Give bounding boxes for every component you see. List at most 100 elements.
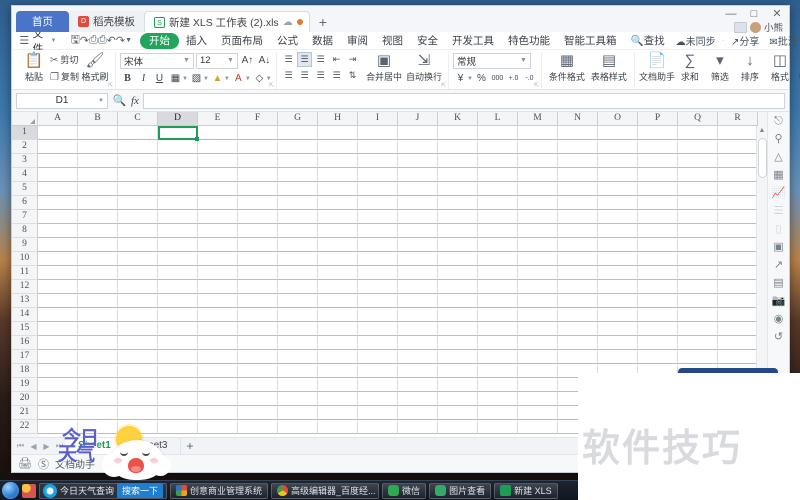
cell-F20[interactable]	[238, 392, 278, 406]
cell-F17[interactable]	[238, 350, 278, 364]
cell-H18[interactable]	[318, 364, 358, 378]
cell-N14[interactable]	[558, 308, 598, 322]
cell-K2[interactable]	[438, 140, 478, 154]
cell-Q15[interactable]	[678, 322, 718, 336]
cell-I18[interactable]	[358, 364, 398, 378]
cell-G12[interactable]	[278, 280, 318, 294]
scroll-up-icon[interactable]: ▲	[759, 126, 766, 136]
cell-F19[interactable]	[238, 378, 278, 392]
print-icon[interactable]: ⎙	[89, 34, 98, 47]
cell-B13[interactable]	[78, 294, 118, 308]
cell-J6[interactable]	[398, 196, 438, 210]
cell-D2[interactable]	[158, 140, 198, 154]
cell-E21[interactable]	[198, 406, 238, 420]
row-header-12[interactable]: 12	[12, 280, 38, 294]
cell-R10[interactable]	[718, 252, 756, 266]
align-center-button[interactable]: ☰	[297, 68, 312, 83]
cell-E7[interactable]	[198, 210, 238, 224]
cell-O6[interactable]	[598, 196, 638, 210]
cell-I19[interactable]	[358, 378, 398, 392]
cell-O1[interactable]	[598, 126, 638, 140]
cell-M7[interactable]	[518, 210, 558, 224]
cell-E22[interactable]	[198, 420, 238, 434]
cell-I21[interactable]	[358, 406, 398, 420]
cell-F18[interactable]	[238, 364, 278, 378]
cell-M2[interactable]	[518, 140, 558, 154]
cell-I22[interactable]	[358, 420, 398, 434]
align-left-button[interactable]: ☰	[281, 68, 296, 83]
cell-C3[interactable]	[118, 154, 158, 168]
cell-J10[interactable]	[398, 252, 438, 266]
cell-A9[interactable]	[38, 238, 78, 252]
currency-button[interactable]: ¥	[453, 71, 468, 86]
cell-G16[interactable]	[278, 336, 318, 350]
cell-J19[interactable]	[398, 378, 438, 392]
cell-M10[interactable]	[518, 252, 558, 266]
cell-J7[interactable]	[398, 210, 438, 224]
cell-I3[interactable]	[358, 154, 398, 168]
doc-assistant-button[interactable]: 📄 文档助手	[639, 52, 675, 83]
cell-K14[interactable]	[438, 308, 478, 322]
cell-D16[interactable]	[158, 336, 198, 350]
cell-Q11[interactable]	[678, 266, 718, 280]
cell-P17[interactable]	[638, 350, 678, 364]
cell-D21[interactable]	[158, 406, 198, 420]
cell-O11[interactable]	[598, 266, 638, 280]
cell-H17[interactable]	[318, 350, 358, 364]
font-family-select[interactable]: 宋体 ▼	[119, 52, 194, 69]
chevron-down-icon[interactable]: ▼	[98, 98, 104, 104]
align-middle-button[interactable]: ☰	[296, 52, 312, 67]
sort-button[interactable]: ↓ 排序	[735, 52, 765, 83]
cell-J2[interactable]	[398, 140, 438, 154]
cell-O17[interactable]	[598, 350, 638, 364]
cell-G21[interactable]	[278, 406, 318, 420]
cell-E9[interactable]	[198, 238, 238, 252]
cell-M1[interactable]	[518, 126, 558, 140]
menu-tab-view[interactable]: 视图	[375, 32, 410, 50]
format-painter-button[interactable]: 🖌 格式刷	[79, 52, 111, 83]
cell-M22[interactable]	[518, 420, 558, 434]
grid-apps-icon[interactable]: ▦	[773, 169, 783, 181]
cell-A20[interactable]	[38, 392, 78, 406]
cell-D4[interactable]	[158, 168, 198, 182]
cell-L19[interactable]	[478, 378, 518, 392]
cell-K19[interactable]	[438, 378, 478, 392]
cell-L21[interactable]	[478, 406, 518, 420]
cell-C14[interactable]	[118, 308, 158, 322]
cell-B21[interactable]	[78, 406, 118, 420]
cell-P1[interactable]	[638, 126, 678, 140]
cell-O16[interactable]	[598, 336, 638, 350]
cell-F5[interactable]	[238, 182, 278, 196]
cell-G14[interactable]	[278, 308, 318, 322]
cell-G7[interactable]	[278, 210, 318, 224]
sync-status[interactable]: ☁未同步	[672, 33, 720, 48]
cell-I16[interactable]	[358, 336, 398, 350]
cell-K8[interactable]	[438, 224, 478, 238]
column-header-E[interactable]: E	[198, 112, 238, 126]
cell-B12[interactable]	[78, 280, 118, 294]
cell-H13[interactable]	[318, 294, 358, 308]
cell-L18[interactable]	[478, 364, 518, 378]
sum-button[interactable]: ∑ 求和	[675, 52, 705, 83]
cell-C5[interactable]	[118, 182, 158, 196]
cell-C20[interactable]	[118, 392, 158, 406]
cell-E19[interactable]	[198, 378, 238, 392]
cell-G10[interactable]	[278, 252, 318, 266]
cell-I20[interactable]	[358, 392, 398, 406]
cell-P3[interactable]	[638, 154, 678, 168]
cell-H1[interactable]	[318, 126, 358, 140]
column-header-D[interactable]: D	[158, 112, 198, 126]
cell-B20[interactable]	[78, 392, 118, 406]
cell-K4[interactable]	[438, 168, 478, 182]
cell-N5[interactable]	[558, 182, 598, 196]
find-icon[interactable]: 🔍	[112, 94, 127, 107]
row-header-10[interactable]: 10	[12, 252, 38, 266]
copy-button[interactable]: ❐ 复制	[50, 70, 79, 85]
cell-E15[interactable]	[198, 322, 238, 336]
cell-R13[interactable]	[718, 294, 756, 308]
menu-find[interactable]: 🔍查找	[624, 32, 672, 50]
increase-font-size-button[interactable]: A↑	[240, 53, 255, 68]
cell-A4[interactable]	[38, 168, 78, 182]
cell-G17[interactable]	[278, 350, 318, 364]
start-orb-button[interactable]	[2, 482, 19, 499]
